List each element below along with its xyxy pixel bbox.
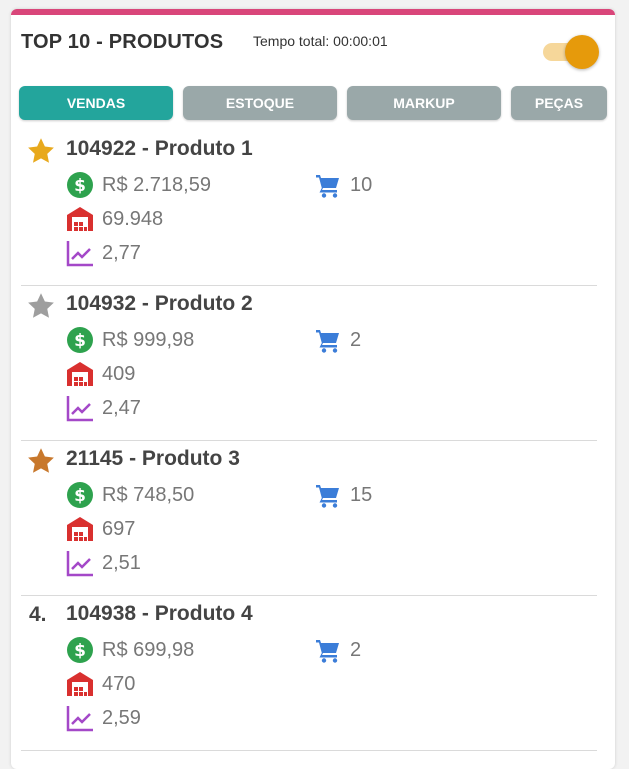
shopping-cart-icon xyxy=(314,171,342,199)
svg-text:$: $ xyxy=(74,641,86,661)
auto-refresh-toggle[interactable] xyxy=(543,35,599,69)
total-time-label: Tempo total: 00:00:01 xyxy=(253,33,388,49)
chart-line-icon xyxy=(66,239,94,267)
product-markup: 2,47 xyxy=(102,396,141,419)
value-row: $ R$ 748,50 xyxy=(66,481,194,509)
stock-row: 69.948 xyxy=(66,205,163,233)
svg-text:$: $ xyxy=(74,176,86,196)
tab-estoque[interactable]: ESTOQUE xyxy=(183,86,337,120)
product-markup: 2,59 xyxy=(102,706,141,729)
card-title: TOP 10 - PRODUTOS xyxy=(21,31,224,53)
warehouse-icon xyxy=(66,205,94,233)
list-item[interactable]: 21145 - Produto 3 $ R$ 748,50 15 697 2,5… xyxy=(11,441,615,596)
value-row: $ R$ 2.718,59 xyxy=(66,171,211,199)
product-quantity: 10 xyxy=(350,173,373,196)
list-item[interactable]: 104932 - Produto 2 $ R$ 999,98 2 409 2,4… xyxy=(11,286,615,441)
svg-text:$: $ xyxy=(74,486,86,506)
toggle-knob xyxy=(565,35,599,69)
dollar-icon: $ xyxy=(66,636,94,664)
quantity-row: 2 xyxy=(314,326,361,354)
value-row: $ R$ 699,98 xyxy=(66,636,194,664)
stock-row: 697 xyxy=(66,515,135,543)
quantity-row: 10 xyxy=(314,171,372,199)
product-stock: 69.948 xyxy=(102,207,164,230)
product-value: R$ 748,50 xyxy=(102,483,195,506)
chart-line-icon xyxy=(66,394,94,422)
stock-row: 409 xyxy=(66,360,135,388)
gold-star-icon xyxy=(26,136,56,166)
product-value: R$ 999,98 xyxy=(102,328,195,351)
warehouse-icon xyxy=(66,670,94,698)
shopping-cart-icon xyxy=(314,481,342,509)
tab-pecas[interactable]: PEÇAS xyxy=(511,86,607,120)
quantity-row: 15 xyxy=(314,481,372,509)
warehouse-icon xyxy=(66,360,94,388)
tab-bar: VENDAS ESTOQUE MARKUP PEÇAS xyxy=(19,86,609,120)
dollar-icon: $ xyxy=(66,171,94,199)
product-quantity: 15 xyxy=(350,483,373,506)
warehouse-icon xyxy=(66,515,94,543)
product-stock: 409 xyxy=(102,362,136,385)
product-stock: 697 xyxy=(102,517,136,540)
shopping-cart-icon xyxy=(314,636,342,664)
markup-row: 2,59 xyxy=(66,704,141,732)
quantity-row: 2 xyxy=(314,636,361,664)
product-name: 104922 - Produto 1 xyxy=(66,137,253,160)
product-value: R$ 2.718,59 xyxy=(102,173,211,196)
list-item[interactable]: 4. 104938 - Produto 4 $ R$ 699,98 2 470 … xyxy=(11,596,615,751)
chart-line-icon xyxy=(66,549,94,577)
product-quantity: 2 xyxy=(350,328,362,351)
stock-row: 470 xyxy=(66,670,135,698)
markup-row: 2,77 xyxy=(66,239,141,267)
card-header: TOP 10 - PRODUTOS Tempo total: 00:00:01 xyxy=(21,29,605,69)
accent-bar xyxy=(11,9,615,15)
markup-row: 2,51 xyxy=(66,549,141,577)
shopping-cart-icon xyxy=(314,326,342,354)
product-quantity: 2 xyxy=(350,638,362,661)
chart-line-icon xyxy=(66,704,94,732)
tab-markup[interactable]: MARKUP xyxy=(347,86,501,120)
dollar-icon: $ xyxy=(66,481,94,509)
silver-star-icon xyxy=(26,291,56,321)
svg-text:$: $ xyxy=(74,331,86,351)
product-name: 104938 - Produto 4 xyxy=(66,602,253,625)
product-name: 21145 - Produto 3 xyxy=(66,447,240,470)
product-markup: 2,51 xyxy=(102,551,141,574)
markup-row: 2,47 xyxy=(66,394,141,422)
bronze-star-icon xyxy=(26,446,56,476)
product-stock: 470 xyxy=(102,672,136,695)
value-row: $ R$ 999,98 xyxy=(66,326,194,354)
rank-number: 4. xyxy=(29,603,47,626)
product-name: 104932 - Produto 2 xyxy=(66,292,253,315)
tab-vendas[interactable]: VENDAS xyxy=(19,86,173,120)
dollar-icon: $ xyxy=(66,326,94,354)
product-value: R$ 699,98 xyxy=(102,638,195,661)
product-markup: 2,77 xyxy=(102,241,141,264)
list-item[interactable]: 104922 - Produto 1 $ R$ 2.718,59 10 69.9… xyxy=(11,131,615,286)
top-products-card: TOP 10 - PRODUTOS Tempo total: 00:00:01 … xyxy=(11,9,615,769)
